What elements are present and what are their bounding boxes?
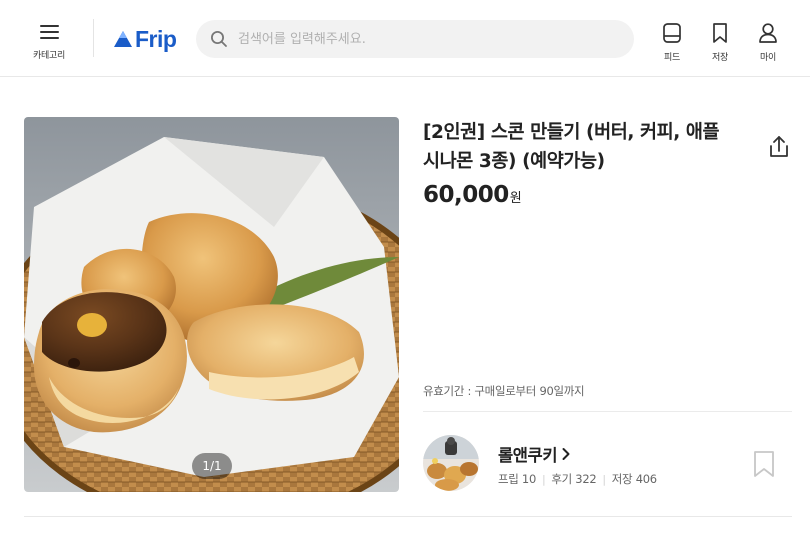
stat-review-value: 322 [575, 472, 597, 486]
bookmark-outline-icon [754, 451, 774, 477]
product-price: 60,000 원 [423, 182, 522, 208]
stat-frip-label: 프립 [498, 472, 519, 486]
logo-mark-icon [114, 31, 132, 47]
product-title: [2인권] 스콘 만들기 (버터, 커피, 애플시나몬 3종) (예약가능) [423, 122, 720, 172]
stat-saved-value: 406 [635, 472, 657, 486]
host-name: 롤앤쿠키 [498, 446, 558, 465]
nav-my[interactable]: 마이 [750, 22, 786, 64]
nav-saved[interactable]: 저장 [702, 22, 738, 64]
stat-separator: | [602, 472, 606, 486]
share-icon [770, 136, 788, 157]
price-amount: 60,000 [423, 182, 509, 208]
header-divider [93, 19, 94, 57]
hamburger-menu-icon [39, 24, 59, 39]
host-bookmark-button[interactable] [752, 450, 776, 478]
search-bar[interactable] [196, 20, 634, 58]
image-counter: 1/1 [192, 453, 232, 479]
logo-text: Frip [135, 25, 177, 52]
section-divider [24, 516, 792, 517]
stat-frip-value: 10 [521, 472, 536, 486]
stat-review-label: 후기 [551, 472, 572, 486]
chevron-right-icon [562, 448, 570, 460]
divider-line [423, 411, 792, 412]
stat-saved-label: 저장 [611, 472, 633, 486]
nav-my-label: 마이 [760, 53, 776, 63]
category-menu-label: 카테고리 [33, 51, 65, 61]
feed-icon [663, 23, 681, 43]
scone-photo [24, 117, 399, 492]
price-unit: 원 [509, 191, 522, 206]
host-name-link[interactable]: 롤앤쿠키 [498, 442, 571, 466]
host-avatar-image [423, 435, 479, 491]
frip-logo[interactable]: Frip [113, 25, 177, 52]
share-button[interactable] [766, 134, 792, 160]
top-header: 카테고리 Frip 피드 저장 마이 [0, 0, 810, 77]
validity-period: 유효기간 : 구매일로부터 90일까지 [423, 384, 585, 398]
product-image[interactable] [24, 117, 399, 492]
search-icon [211, 31, 227, 47]
search-input[interactable] [238, 31, 618, 47]
nav-saved-label: 저장 [712, 53, 728, 63]
nav-feed[interactable]: 피드 [654, 22, 690, 64]
category-menu-button[interactable]: 카테고리 [26, 22, 72, 64]
nav-feed-label: 피드 [664, 53, 680, 63]
stat-separator: | [541, 472, 546, 486]
host-avatar[interactable] [423, 435, 479, 491]
user-icon [759, 23, 777, 43]
bookmark-icon [713, 23, 727, 43]
host-stats: 프립 10 | 후기 322 | 저장 406 [498, 471, 657, 487]
